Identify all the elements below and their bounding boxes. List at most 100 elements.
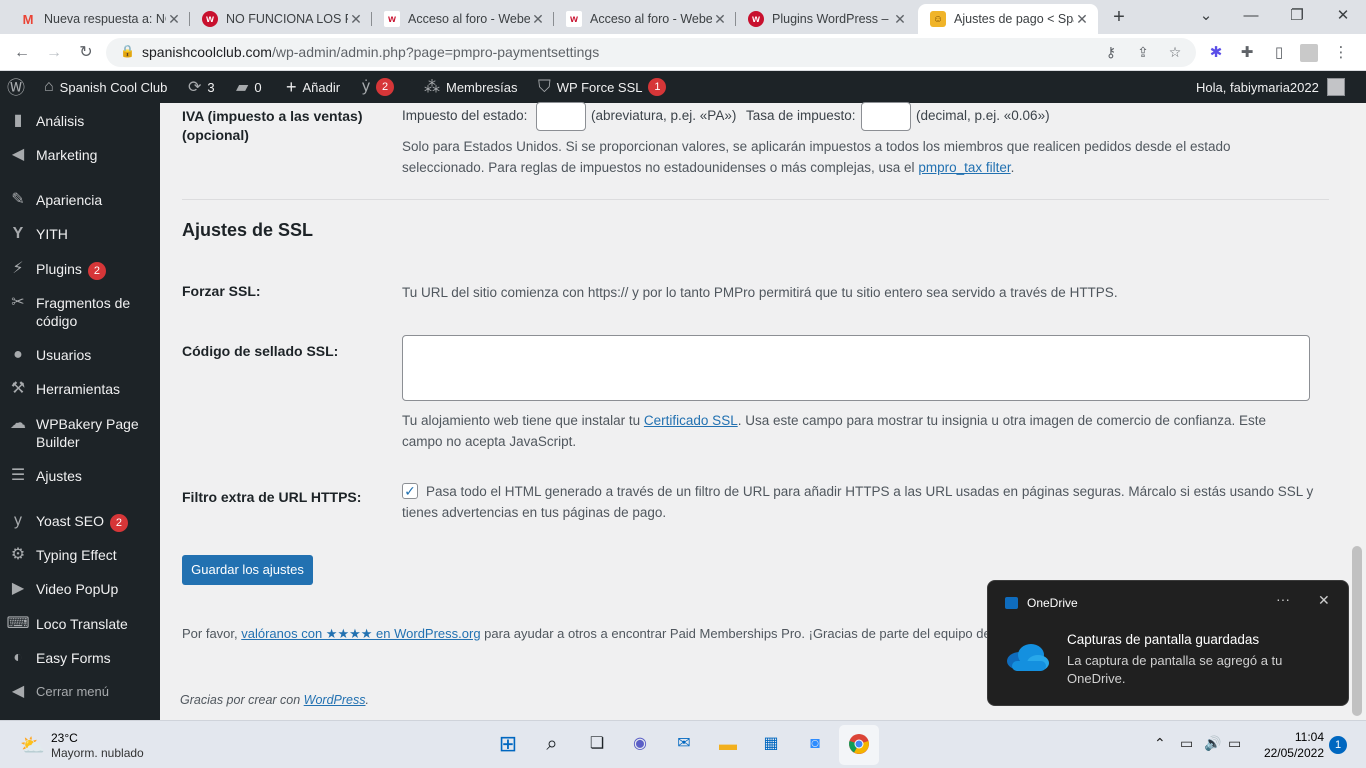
- yoast-adminbar-link[interactable]: ẏ 2: [362, 71, 394, 103]
- zoom-icon[interactable]: ◙: [801, 730, 829, 758]
- new-tab-icon[interactable]: +: [1108, 6, 1130, 28]
- pmpro-tax-filter-link[interactable]: pmpro_tax filter: [918, 160, 1010, 175]
- back-arrow-icon[interactable]: ←: [10, 41, 34, 65]
- members-icon: ⁂: [424, 79, 440, 96]
- webempresa-icon: w: [384, 11, 400, 27]
- wordpress-link[interactable]: WordPress: [304, 693, 366, 707]
- side-panel-icon[interactable]: ▯: [1268, 42, 1290, 64]
- notification-center-badge[interactable]: 1: [1329, 736, 1347, 754]
- maximize-icon[interactable]: ❐: [1274, 0, 1320, 34]
- sidebar-item-yoast-seo[interactable]: y Yoast SEO 2: [0, 512, 160, 532]
- close-tab-icon[interactable]: ✕: [1074, 11, 1090, 28]
- browser-tab-1[interactable]: M Nueva respuesta a: NO ✕: [8, 4, 190, 34]
- sidebar-item-loco-translate[interactable]: ⌨ Loco Translate: [0, 615, 160, 633]
- teams-chat-icon[interactable]: ◉: [626, 730, 654, 758]
- browser-tab-active[interactable]: ☺ Ajustes de pago < Spa ✕: [918, 4, 1098, 34]
- battery-icon[interactable]: ▭: [1228, 735, 1241, 752]
- tab-search-icon[interactable]: ⌄: [1183, 0, 1229, 34]
- address-bar[interactable]: 🔒 spanishcoolclub.com/wp-admin/admin.php…: [106, 38, 1196, 67]
- rate-wordpress-link[interactable]: valóranos con ★★★★ en WordPress.org: [241, 626, 480, 641]
- site-name-link[interactable]: ⌂ Spanish Cool Club: [44, 71, 167, 103]
- sidebar-item-easy-forms[interactable]: ◐ Easy Forms: [0, 649, 160, 667]
- comment-icon: ▰: [236, 79, 249, 96]
- sidebar-item-usuarios[interactable]: ● Usuarios: [0, 346, 160, 364]
- wp-force-ssl-link[interactable]: ⛉ WP Force SSL 1: [538, 71, 667, 103]
- share-icon[interactable]: ⇪: [1134, 44, 1152, 61]
- browser-tab-3[interactable]: w Acceso al foro - Webe ✕: [372, 4, 554, 34]
- system-clock[interactable]: 11:04 22/05/2022: [1254, 729, 1324, 761]
- mail-icon[interactable]: ✉: [670, 730, 698, 758]
- comments-link[interactable]: ▰ 0: [236, 71, 262, 103]
- memberships-link[interactable]: ⁂ Membresías: [424, 71, 518, 103]
- network-icon[interactable]: ▭: [1180, 735, 1193, 752]
- page-scrollbar[interactable]: [1350, 103, 1366, 720]
- ssl-seal-description: Tu alojamiento web tiene que instalar tu…: [402, 413, 1266, 449]
- close-window-icon[interactable]: ✕: [1320, 0, 1366, 34]
- browser-tab-4[interactable]: w Acceso al foro - Webe ✕: [554, 4, 736, 34]
- user-icon: ●: [13, 346, 23, 363]
- state-tax-input[interactable]: [536, 102, 586, 131]
- close-notification-icon[interactable]: ✕: [1318, 592, 1330, 609]
- cloud-icon: ☁: [10, 415, 26, 432]
- profile-avatar[interactable]: [1300, 44, 1318, 62]
- webempresa-icon: w: [748, 11, 764, 27]
- home-icon: ⌂: [44, 78, 54, 95]
- sidebar-item-wpbakery[interactable]: ☁ WPBakery Page Builder: [0, 415, 160, 451]
- more-options-icon[interactable]: ···: [1276, 591, 1290, 607]
- bookmark-star-icon[interactable]: ☆: [1166, 44, 1184, 61]
- extension-snowflake-icon[interactable]: ✱: [1205, 42, 1227, 64]
- sidebar-item-video-popup[interactable]: ▶ Video PopUp: [0, 580, 160, 598]
- extensions-puzzle-icon[interactable]: ✚: [1236, 42, 1258, 64]
- notification-app-name: OneDrive: [1027, 596, 1078, 610]
- minimize-icon[interactable]: —: [1228, 0, 1274, 34]
- sidebar-item-typing-effect[interactable]: ⚙ Typing Effect: [0, 546, 160, 564]
- windows-start-icon[interactable]: ⊞: [494, 730, 522, 758]
- sidebar-item-plugins[interactable]: ⚡ Plugins 2: [0, 260, 160, 280]
- ssl-certificate-link[interactable]: Certificado SSL: [644, 413, 738, 428]
- ssl-seal-textarea[interactable]: [402, 335, 1310, 401]
- close-tab-icon[interactable]: ✕: [166, 11, 182, 28]
- sidebar-item-analisis[interactable]: ▮ Análisis: [0, 112, 160, 130]
- chrome-menu-icon[interactable]: ⋮: [1330, 42, 1352, 64]
- onedrive-notification[interactable]: OneDrive ··· ✕ Capturas de pantalla guar…: [987, 580, 1349, 706]
- sidebar-item-ajustes[interactable]: ☰ Ajustes: [0, 467, 160, 485]
- wordpress-logo-icon[interactable]: Ⓦ: [7, 71, 31, 103]
- forward-arrow-icon[interactable]: →: [42, 41, 66, 65]
- lock-icon[interactable]: 🔒: [120, 44, 135, 58]
- webempresa-icon: w: [566, 11, 582, 27]
- scrollbar-thumb[interactable]: [1352, 546, 1362, 716]
- close-tab-icon[interactable]: ✕: [530, 11, 546, 28]
- ssl-seal-label: Código de sellado SSL:: [182, 343, 339, 359]
- wrench-icon: ⚒: [10, 380, 26, 397]
- sidebar-item-apariencia[interactable]: ✎ Apariencia: [0, 191, 160, 209]
- new-content-link[interactable]: + Añadir: [286, 71, 340, 103]
- search-icon[interactable]: ⌕: [538, 730, 566, 758]
- microsoft-store-icon[interactable]: ▦: [757, 730, 785, 758]
- sidebar-item-yith[interactable]: Y YITH: [0, 225, 160, 243]
- tax-rate-input[interactable]: [861, 102, 911, 131]
- volume-icon[interactable]: 🔊: [1204, 735, 1221, 752]
- user-account-link[interactable]: Hola, fabiymaria2022: [1196, 71, 1345, 103]
- sidebar-item-marketing[interactable]: ◀ Marketing: [0, 146, 160, 164]
- chrome-icon[interactable]: [845, 730, 873, 758]
- task-view-icon[interactable]: ❏: [583, 730, 611, 758]
- close-tab-icon[interactable]: ✕: [712, 11, 728, 28]
- updates-link[interactable]: ⟳ 3: [188, 71, 215, 103]
- tax-label: IVA (impuesto a las ventas) (opcional): [182, 108, 363, 143]
- close-tab-icon[interactable]: ✕: [892, 11, 908, 28]
- show-hidden-icons[interactable]: ⌃: [1154, 735, 1166, 752]
- close-tab-icon[interactable]: ✕: [348, 11, 364, 28]
- sidebar-item-herramientas[interactable]: ⚒ Herramientas: [0, 380, 160, 398]
- translate-icon: ⌨: [6, 615, 30, 632]
- reload-icon[interactable]: ↻: [74, 41, 98, 65]
- file-explorer-icon[interactable]: ▬: [714, 730, 742, 758]
- key-icon[interactable]: ⚷: [1102, 44, 1120, 61]
- plus-icon: +: [286, 76, 297, 97]
- collapse-menu-button[interactable]: ◀ Cerrar menú: [0, 683, 160, 701]
- sidebar-item-fragmentos[interactable]: ✂ Fragmentos de código: [0, 294, 160, 330]
- url-text[interactable]: spanishcoolclub.com/wp-admin/admin.php?p…: [142, 44, 599, 60]
- browser-tab-5[interactable]: w Plugins WordPress – F ✕: [736, 4, 916, 34]
- gear-icon: ⚙: [10, 546, 26, 563]
- save-settings-button[interactable]: Guardar los ajustes: [182, 555, 313, 585]
- browser-tab-2[interactable]: w NO FUNCIONA LOS PA ✕: [190, 4, 372, 34]
